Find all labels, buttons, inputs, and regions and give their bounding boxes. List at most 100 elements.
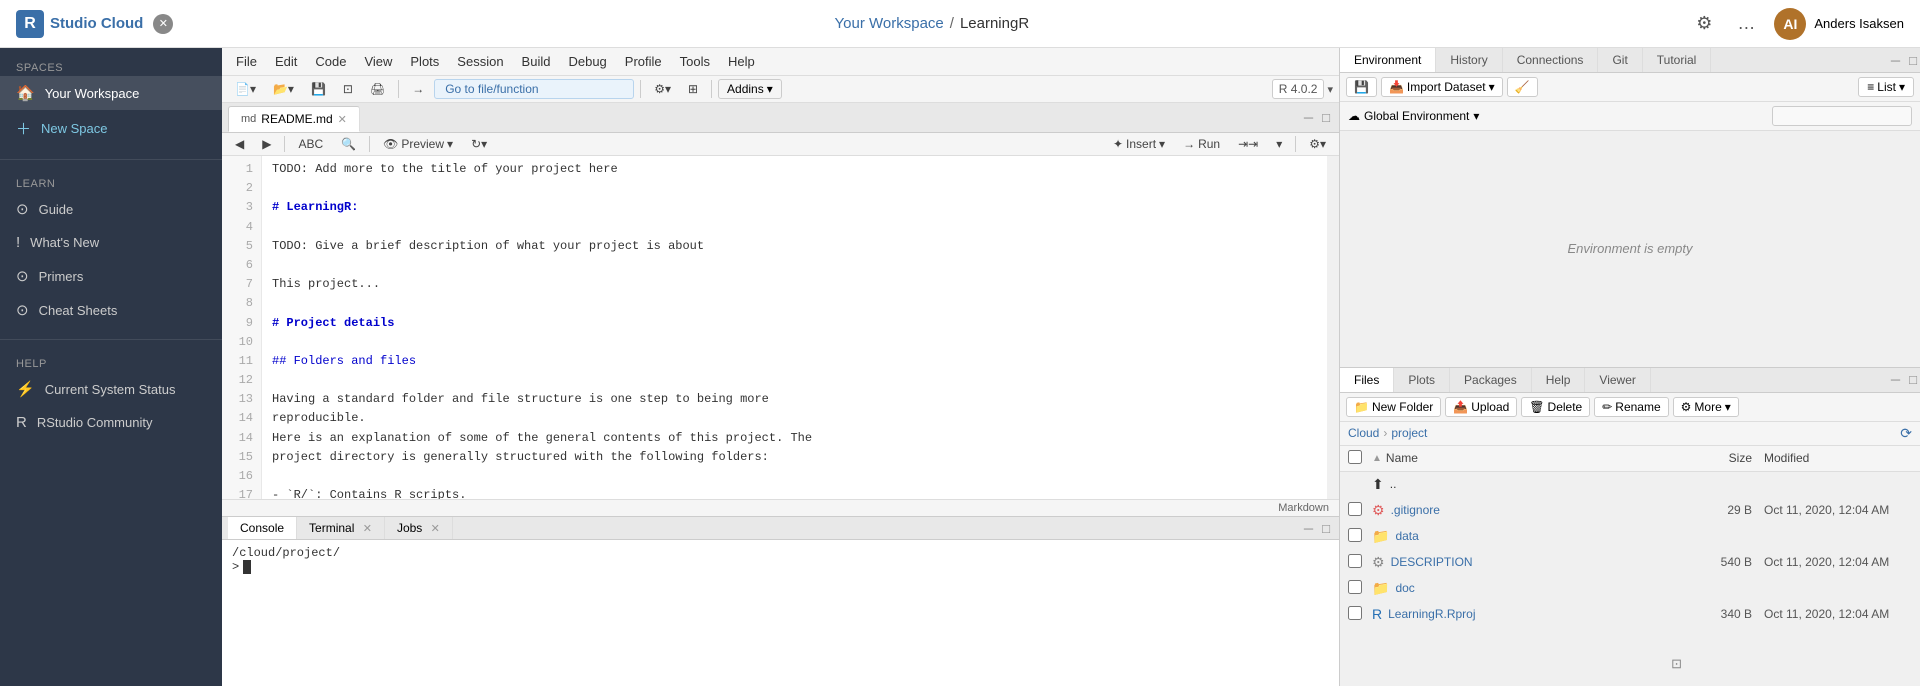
menu-edit[interactable]: Edit bbox=[267, 51, 305, 72]
menu-view[interactable]: View bbox=[356, 51, 400, 72]
files-breadcrumb-project[interactable]: project bbox=[1391, 426, 1427, 440]
back-btn[interactable]: ◀ bbox=[228, 135, 251, 153]
env-tab-connections[interactable]: Connections bbox=[1503, 48, 1599, 72]
file-name-gitignore[interactable]: ⚙ .gitignore bbox=[1372, 502, 1672, 519]
header-checkbox[interactable] bbox=[1348, 450, 1362, 464]
render-btn[interactable]: ⚙▾ bbox=[1302, 135, 1333, 153]
more-btn[interactable]: ⚙ More ▾ bbox=[1673, 397, 1739, 417]
global-env-label: Global Environment bbox=[1364, 109, 1469, 123]
files-breadcrumb-cloud[interactable]: Cloud bbox=[1348, 426, 1379, 440]
refresh-btn[interactable]: ↻▾ bbox=[464, 135, 494, 153]
file-name-up[interactable]: ⬆ .. bbox=[1372, 476, 1672, 493]
source-btn[interactable]: → bbox=[405, 79, 431, 99]
save-env-btn[interactable]: 💾 bbox=[1346, 77, 1377, 97]
row-check[interactable] bbox=[1348, 502, 1372, 519]
terminal-tab-close-icon[interactable]: ✕ bbox=[363, 523, 372, 535]
files-tab-files[interactable]: Files bbox=[1340, 368, 1394, 392]
vertical-scrollbar[interactable] bbox=[1327, 156, 1339, 499]
jobs-tab-close-icon[interactable]: ✕ bbox=[431, 523, 440, 535]
header-name[interactable]: ▲ Name bbox=[1372, 451, 1672, 465]
import-dataset-btn[interactable]: 📥 Import Dataset ▾ bbox=[1381, 77, 1503, 97]
settings-icon[interactable]: ⚙ bbox=[1690, 10, 1718, 38]
forward-btn[interactable]: ▶ bbox=[255, 135, 278, 153]
file-name-data[interactable]: 📁 data bbox=[1372, 528, 1672, 545]
minimize-editor-icon[interactable]: ─ bbox=[1301, 110, 1316, 125]
global-env-bar: ☁ Global Environment ▾ bbox=[1340, 102, 1920, 131]
row-check[interactable] bbox=[1348, 528, 1372, 545]
menu-plots[interactable]: Plots bbox=[402, 51, 447, 72]
preview-btn[interactable]: 👁 Preview ▾ bbox=[376, 135, 460, 153]
minimize-files-icon[interactable]: ─ bbox=[1888, 372, 1903, 387]
more-options-icon[interactable]: … bbox=[1732, 10, 1760, 38]
maximize-files-icon[interactable]: □ bbox=[1906, 372, 1920, 387]
env-search-input[interactable] bbox=[1772, 106, 1912, 126]
insert-btn[interactable]: ✦ Insert ▾ bbox=[1106, 135, 1172, 153]
files-tab-help[interactable]: Help bbox=[1532, 368, 1586, 392]
env-tab-tutorial[interactable]: Tutorial bbox=[1643, 48, 1712, 72]
sidebar-item-system-status[interactable]: ⚡ Current System Status bbox=[0, 372, 222, 406]
tab-close-icon[interactable]: ✕ bbox=[338, 113, 347, 126]
delete-btn[interactable]: 🗑 Delete bbox=[1521, 397, 1590, 417]
format-btn[interactable]: ABC bbox=[291, 135, 330, 153]
run-btn[interactable]: → Run bbox=[1176, 135, 1227, 153]
open-file-btn[interactable]: 📂▾ bbox=[266, 79, 301, 99]
menu-tools[interactable]: Tools bbox=[672, 51, 718, 72]
console-tab-jobs[interactable]: Jobs ✕ bbox=[385, 517, 453, 539]
sync-icon[interactable]: ⟳ bbox=[1900, 425, 1912, 442]
sidebar-item-primers[interactable]: ⊙ Primers bbox=[0, 259, 222, 293]
maximize-editor-icon[interactable]: □ bbox=[1319, 110, 1333, 125]
files-tab-viewer[interactable]: Viewer bbox=[1585, 368, 1650, 392]
source-run-btn[interactable]: ⇥⇥ bbox=[1231, 135, 1265, 153]
find-btn[interactable]: 🔍 bbox=[334, 135, 363, 153]
menu-debug[interactable]: Debug bbox=[560, 51, 614, 72]
upload-btn[interactable]: 📤 Upload bbox=[1445, 397, 1517, 417]
menu-file[interactable]: File bbox=[228, 51, 265, 72]
console-tab-console[interactable]: Console bbox=[228, 517, 297, 539]
sidebar-item-new-space[interactable]: ＋ New Space bbox=[0, 110, 222, 147]
console-tab-terminal[interactable]: Terminal ✕ bbox=[297, 517, 385, 539]
clear-env-btn[interactable]: 🧹 bbox=[1507, 77, 1538, 97]
maximize-env-icon[interactable]: □ bbox=[1906, 53, 1920, 68]
console-content[interactable]: /cloud/project/ > bbox=[222, 540, 1339, 686]
sidebar-item-workspace[interactable]: 🏠 Your Workspace bbox=[0, 76, 222, 110]
env-tab-history[interactable]: History bbox=[1436, 48, 1502, 72]
sidebar-item-cheat-sheets[interactable]: ⊙ Cheat Sheets bbox=[0, 293, 222, 327]
sidebar-item-community[interactable]: R RStudio Community bbox=[0, 406, 222, 439]
save-btn[interactable]: 💾 bbox=[304, 79, 333, 99]
go-to-file-input[interactable]: Go to file/function bbox=[434, 79, 634, 99]
menu-build[interactable]: Build bbox=[514, 51, 559, 72]
new-folder-btn[interactable]: 📁 New Folder bbox=[1346, 397, 1441, 417]
files-tab-packages[interactable]: Packages bbox=[1450, 368, 1532, 392]
print-btn[interactable]: 🖨 bbox=[363, 79, 392, 99]
row-check[interactable] bbox=[1348, 580, 1372, 597]
addins-btn[interactable]: Addins ▾ bbox=[718, 79, 782, 99]
menu-profile[interactable]: Profile bbox=[617, 51, 670, 72]
new-file-btn[interactable]: 📄▾ bbox=[228, 79, 263, 99]
source-options-btn[interactable]: ▾ bbox=[1269, 135, 1289, 153]
menu-session[interactable]: Session bbox=[449, 51, 511, 72]
maximize-console-icon[interactable]: □ bbox=[1319, 521, 1333, 536]
env-tab-environment[interactable]: Environment bbox=[1340, 48, 1436, 72]
list-view-btn[interactable]: ≡ List ▾ bbox=[1858, 77, 1914, 97]
word-wrap-btn[interactable]: ⊞ bbox=[681, 79, 705, 99]
row-check[interactable] bbox=[1348, 554, 1372, 571]
row-check[interactable] bbox=[1348, 606, 1372, 623]
minimize-env-icon[interactable]: ─ bbox=[1888, 53, 1903, 68]
file-name-desc[interactable]: ⚙ DESCRIPTION bbox=[1372, 554, 1672, 571]
minimize-console-icon[interactable]: ─ bbox=[1301, 521, 1316, 536]
file-name-rproj[interactable]: R LearningR.Rproj bbox=[1372, 606, 1672, 622]
menu-help[interactable]: Help bbox=[720, 51, 763, 72]
save-all-btn[interactable]: ⊡ bbox=[336, 79, 360, 99]
code-tools-btn[interactable]: ⚙▾ bbox=[647, 79, 678, 99]
sidebar-item-whats-new[interactable]: ! What's New bbox=[0, 226, 222, 259]
close-icon[interactable]: ✕ bbox=[153, 14, 173, 34]
files-tab-plots[interactable]: Plots bbox=[1394, 368, 1450, 392]
env-tab-git[interactable]: Git bbox=[1598, 48, 1642, 72]
rename-btn[interactable]: ✏ Rename bbox=[1594, 397, 1668, 417]
editor-tab-readme[interactable]: md README.md ✕ bbox=[228, 106, 360, 132]
file-name-doc[interactable]: 📁 doc bbox=[1372, 580, 1672, 597]
code-content[interactable]: TODO: Add more to the title of your proj… bbox=[262, 156, 1327, 499]
sidebar-item-guide[interactable]: ⊙ Guide bbox=[0, 192, 222, 226]
breadcrumb-workspace[interactable]: Your Workspace bbox=[835, 15, 944, 32]
menu-code[interactable]: Code bbox=[307, 51, 354, 72]
